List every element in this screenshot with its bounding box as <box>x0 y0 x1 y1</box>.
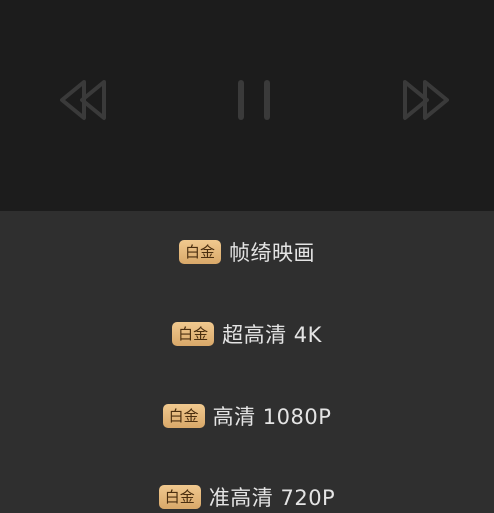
quality-selection-sheet: 白金 帧绮映画 白金 超高清 4K 白金 高清 1080P 白金 准高清 720… <box>0 211 494 513</box>
rewind-button[interactable] <box>58 78 108 122</box>
quality-option-imax[interactable]: 白金 帧绮映画 <box>0 222 494 282</box>
platinum-badge: 白金 <box>162 404 205 428</box>
fast-forward-icon <box>403 80 449 120</box>
fast-forward-button[interactable] <box>401 78 451 122</box>
quality-option-label: 准高清 720P <box>208 486 336 510</box>
platinum-badge: 白金 <box>158 485 201 509</box>
quality-option-720p[interactable]: 白金 准高清 720P <box>0 467 494 513</box>
quality-option-1080p[interactable]: 白金 高清 1080P <box>0 386 494 446</box>
pause-icon <box>238 80 270 120</box>
video-player-screen: 白金 帧绮映画 白金 超高清 4K 白金 高清 1080P 白金 准高清 720… <box>0 0 494 513</box>
platinum-badge: 白金 <box>178 240 221 264</box>
quality-option-label: 超高清 4K <box>222 323 322 347</box>
quality-option-4k[interactable]: 白金 超高清 4K <box>0 304 494 364</box>
pause-button[interactable] <box>229 78 279 122</box>
rewind-icon <box>60 80 106 120</box>
quality-option-label: 高清 1080P <box>212 405 332 429</box>
player-controls-area <box>0 0 494 211</box>
platinum-badge: 白金 <box>172 322 215 346</box>
quality-option-label: 帧绮映画 <box>229 241 315 265</box>
